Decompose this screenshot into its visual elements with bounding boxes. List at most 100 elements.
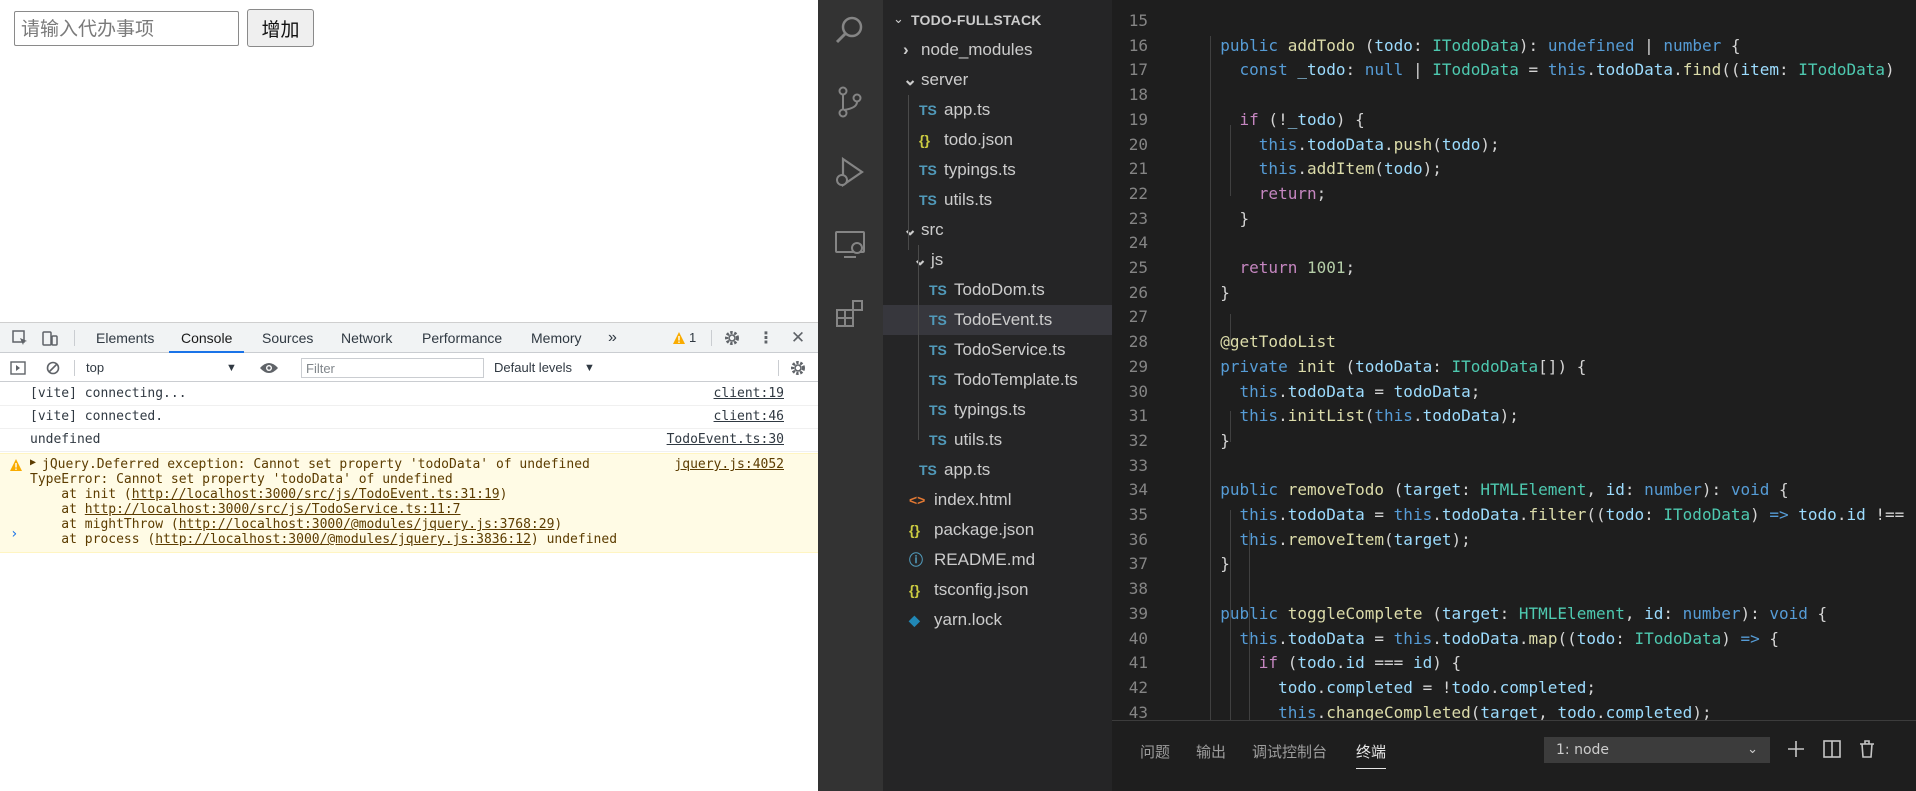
todo-input[interactable] xyxy=(14,11,239,46)
tab-debug-console[interactable]: 调试控制台 xyxy=(1252,741,1327,762)
run-debug-icon[interactable] xyxy=(832,154,868,190)
stack-frame-link[interactable]: http://localhost:3000/@modules/jquery.js… xyxy=(155,532,531,547)
expand-triangle-icon[interactable]: ▶ xyxy=(30,457,36,468)
more-options-icon[interactable]: ⋮ xyxy=(756,328,776,348)
code-token: this xyxy=(1239,529,1279,549)
trash-icon[interactable] xyxy=(1856,738,1878,760)
clear-console-icon[interactable] xyxy=(46,361,60,375)
stack-frame-link[interactable]: http://localhost:3000/src/js/TodoEvent.t… xyxy=(132,487,500,502)
tree-item[interactable]: ◆ yarn.lock xyxy=(883,605,1112,635)
ts-file-icon: TS xyxy=(919,102,937,118)
tab-memory[interactable]: Memory xyxy=(531,323,582,353)
code-token: = xyxy=(1364,381,1394,401)
warning-source-link[interactable]: jquery.js:4052 xyxy=(674,457,784,472)
tree-item[interactable]: {} todo.json xyxy=(883,125,1112,155)
code-token: return xyxy=(1239,258,1298,277)
tab-elements[interactable]: Elements xyxy=(96,323,154,353)
tree-item[interactable]: TS typings.ts xyxy=(883,155,1112,185)
console-message: [vite] connecting... xyxy=(30,386,187,401)
tree-item[interactable]: {} package.json xyxy=(883,515,1112,545)
tree-item-label: app.ts xyxy=(944,100,991,119)
code-token: ( xyxy=(1384,480,1404,500)
code-token: . xyxy=(1518,505,1529,524)
tree-item[interactable]: › node_modules xyxy=(883,35,1112,65)
tree-item[interactable]: TS app.ts xyxy=(883,95,1112,125)
terminal-selector[interactable]: 1: node ⌄ xyxy=(1544,737,1770,763)
code-token: void xyxy=(1769,603,1808,623)
tree-item[interactable]: TS utils.ts xyxy=(883,185,1112,215)
inspect-element-icon[interactable] xyxy=(10,328,30,348)
code-line: public removeTodo (target: HTMLElement, … xyxy=(1201,480,1789,500)
code-token: if xyxy=(1258,653,1279,673)
source-control-icon[interactable] xyxy=(832,84,868,120)
indent-guide xyxy=(1210,36,1211,720)
context-dropdown-arrow[interactable]: ▼ xyxy=(226,354,237,382)
code-token: this xyxy=(1239,381,1279,401)
code-line: @getTodoList xyxy=(1201,332,1336,351)
code-token: . xyxy=(1278,529,1288,549)
tab-terminal[interactable]: 终端 xyxy=(1356,741,1387,769)
line-number: 16 xyxy=(1128,35,1148,55)
code-line: private init (todoData: ITodoData[]) { xyxy=(1201,357,1586,376)
code-token: this xyxy=(1374,406,1413,426)
folder-chevron-icon: ⌄ xyxy=(903,70,918,89)
code-token: . xyxy=(1278,505,1288,524)
code-token: : xyxy=(1779,60,1799,80)
tree-item[interactable]: TS app.ts xyxy=(883,455,1112,485)
search-icon[interactable] xyxy=(832,12,868,48)
code-token: ( xyxy=(1422,603,1442,623)
tree-item[interactable]: ⌄ src xyxy=(883,215,1112,245)
remote-explorer-icon[interactable] xyxy=(832,226,868,262)
code-token: ); xyxy=(1480,134,1500,154)
explorer-root-title[interactable]: TODO-FULLSTACK xyxy=(911,12,1042,28)
indent-guide xyxy=(1230,411,1231,442)
console-filter-input[interactable] xyxy=(301,358,484,378)
close-devtools-icon[interactable]: ✕ xyxy=(788,328,808,348)
tab-problems[interactable]: 问题 xyxy=(1140,741,1170,762)
warning-count[interactable]: 1 xyxy=(689,323,696,353)
code-token: 1001 xyxy=(1306,258,1346,277)
line-number: 21 xyxy=(1128,159,1148,179)
code-token: : xyxy=(1499,603,1519,623)
tab-console[interactable]: Console xyxy=(169,323,245,353)
console-settings-gear-icon[interactable] xyxy=(788,358,808,378)
code-editor[interactable]: 15 16 public addTodo (todo: ITodoData): u… xyxy=(1112,0,1916,720)
tree-item[interactable]: ⓘ README.md xyxy=(883,545,1112,575)
tab-network[interactable]: Network xyxy=(341,323,392,353)
console-source-link[interactable]: client:46 xyxy=(714,409,784,424)
new-terminal-plus-icon[interactable] xyxy=(1785,738,1807,760)
device-toolbar-icon[interactable] xyxy=(40,328,60,348)
console-source-link[interactable]: TodoEvent.ts:30 xyxy=(667,432,784,447)
code-token: ); xyxy=(1499,406,1519,426)
add-todo-button[interactable]: 增加 xyxy=(247,9,314,47)
code-token: completed xyxy=(1326,677,1413,697)
more-tabs-button[interactable]: » xyxy=(608,323,617,353)
chevron-down-icon[interactable]: ⌄ xyxy=(893,12,904,27)
tree-item[interactable]: {} tsconfig.json xyxy=(883,575,1112,605)
code-token: number xyxy=(1682,603,1741,623)
stack-frame-link[interactable]: http://localhost:3000/@modules/jquery.js… xyxy=(179,517,555,532)
tree-item[interactable]: ⌄ server xyxy=(883,65,1112,95)
settings-gear-icon[interactable] xyxy=(722,328,742,348)
code-token: public xyxy=(1220,480,1279,500)
extensions-icon[interactable] xyxy=(832,296,868,332)
code-token: ) { xyxy=(1335,109,1365,129)
tab-sources[interactable]: Sources xyxy=(262,323,313,353)
console-prompt[interactable]: › xyxy=(10,526,18,542)
log-levels-dropdown[interactable]: Default levels xyxy=(494,354,572,382)
split-terminal-icon[interactable] xyxy=(1821,738,1843,760)
tree-item[interactable]: <> index.html xyxy=(883,485,1112,515)
sidebar-toggle-icon[interactable] xyxy=(10,361,26,375)
context-selector[interactable]: top xyxy=(86,354,104,382)
code-token: (( xyxy=(1557,628,1577,648)
code-token: const xyxy=(1239,60,1288,80)
code-token: this xyxy=(1393,505,1433,524)
stack-frame-link[interactable]: http://localhost:3000/src/js/TodoService… xyxy=(85,502,461,517)
tab-output[interactable]: 输出 xyxy=(1196,741,1226,762)
console-source-link[interactable]: client:19 xyxy=(714,386,784,401)
live-expression-eye-icon[interactable] xyxy=(259,361,279,375)
code-token: { xyxy=(1769,480,1789,500)
tab-performance[interactable]: Performance xyxy=(422,323,502,353)
